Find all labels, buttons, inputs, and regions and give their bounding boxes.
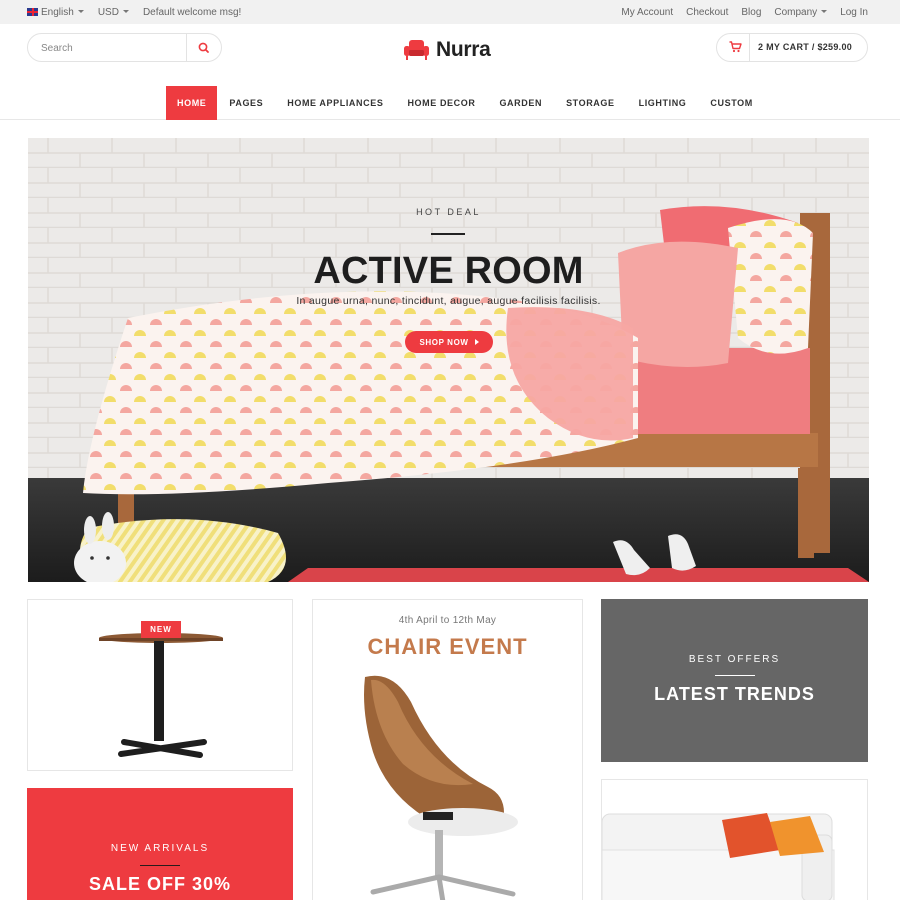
nav-menu: HOME PAGES HOME APPLIANCES HOME DECOR GA… xyxy=(166,86,765,120)
uk-flag-icon xyxy=(27,7,38,16)
chair-event-title: CHAIR EVENT xyxy=(367,634,528,659)
chevron-down-icon xyxy=(122,9,129,13)
hero-subtitle: In augue urna, nunc, tincidunt, augue, a… xyxy=(296,295,601,307)
nav-item-home-decor[interactable]: HOME DECOR xyxy=(395,86,487,120)
hero-bedroom-image xyxy=(28,138,869,582)
company-label: Company xyxy=(774,6,818,18)
sale-title: SALE OFF 30% xyxy=(88,874,232,894)
banner-sofa[interactable] xyxy=(601,779,868,900)
banner-new-table[interactable]: NEW xyxy=(27,599,293,771)
search-icon xyxy=(198,42,209,53)
cart-divider xyxy=(749,34,750,61)
nav-item-pages[interactable]: PAGES xyxy=(217,86,275,120)
top-bar-links: My Account Checkout Blog Company Log In xyxy=(621,0,868,24)
site-logo[interactable]: Nurra xyxy=(403,38,491,62)
top-bar-left: English USD Default welcome msg! xyxy=(27,0,241,24)
nav-item-custom[interactable]: CUSTOM xyxy=(698,86,764,120)
sale-divider xyxy=(140,865,180,866)
hero-slider[interactable]: HOT DEAL ACTIVE ROOM In augue urna, nunc… xyxy=(28,138,869,582)
new-badge: NEW xyxy=(141,621,181,638)
banner-sale[interactable]: NEW ARRIVALS SALE OFF 30% xyxy=(27,788,293,900)
cart-icon xyxy=(729,41,742,53)
logo-text: Nurra xyxy=(436,38,491,61)
search-divider xyxy=(186,34,187,61)
hero-title: ACTIVE ROOM xyxy=(313,250,584,292)
banner-chair-event[interactable]: 4th April to 12th May CHAIR EVENT xyxy=(312,599,583,900)
company-dropdown[interactable]: Company xyxy=(774,6,828,18)
search-box xyxy=(27,33,222,62)
cart-summary: 2 MY CART / $259.00 xyxy=(758,42,853,52)
welcome-message: Default welcome msg! xyxy=(142,6,242,18)
sofa-image xyxy=(602,813,835,900)
login-link[interactable]: Log In xyxy=(840,7,868,18)
main-navigation: HOME PAGES HOME APPLIANCES HOME DECOR GA… xyxy=(0,86,900,120)
trend-title: LATEST TRENDS xyxy=(654,684,815,704)
banner-latest-trends[interactable]: BEST OFFERS LATEST TRENDS xyxy=(601,599,868,762)
sale-kicker: NEW ARRIVALS xyxy=(110,843,210,854)
checkout-link[interactable]: Checkout xyxy=(686,7,728,18)
search-button[interactable] xyxy=(193,40,215,56)
search-input[interactable] xyxy=(41,40,181,56)
hero-divider xyxy=(431,233,465,235)
shop-now-label: SHOP NOW xyxy=(419,337,469,347)
cart-button[interactable]: 2 MY CART / $259.00 xyxy=(716,33,868,62)
trend-kicker: BEST OFFERS xyxy=(688,654,781,665)
chair-event-date: 4th April to 12th May xyxy=(398,615,497,626)
trend-divider xyxy=(715,675,755,676)
nav-item-home-appliances[interactable]: HOME APPLIANCES xyxy=(275,86,395,120)
language-selector[interactable]: English xyxy=(27,7,84,18)
chevron-down-icon xyxy=(821,9,828,13)
nav-item-garden[interactable]: GARDEN xyxy=(487,86,554,120)
armchair-icon xyxy=(404,40,429,60)
office-chair-image xyxy=(364,675,518,900)
blog-link[interactable]: Blog xyxy=(741,7,761,18)
arrow-right-icon xyxy=(474,339,479,345)
language-label: English xyxy=(41,6,74,18)
hero-kicker: HOT DEAL xyxy=(416,207,481,217)
shop-now-button[interactable]: SHOP NOW xyxy=(405,331,493,353)
nav-item-lighting[interactable]: LIGHTING xyxy=(627,86,699,120)
my-account-link[interactable]: My Account xyxy=(621,7,673,18)
currency-selector[interactable]: USD xyxy=(98,7,129,18)
top-bar: English USD Default welcome msg! My Acco… xyxy=(0,0,900,24)
nav-item-home[interactable]: HOME xyxy=(166,86,218,120)
currency-label: USD xyxy=(97,6,119,18)
chevron-down-icon xyxy=(77,9,84,13)
nav-item-storage[interactable]: STORAGE xyxy=(554,86,627,120)
